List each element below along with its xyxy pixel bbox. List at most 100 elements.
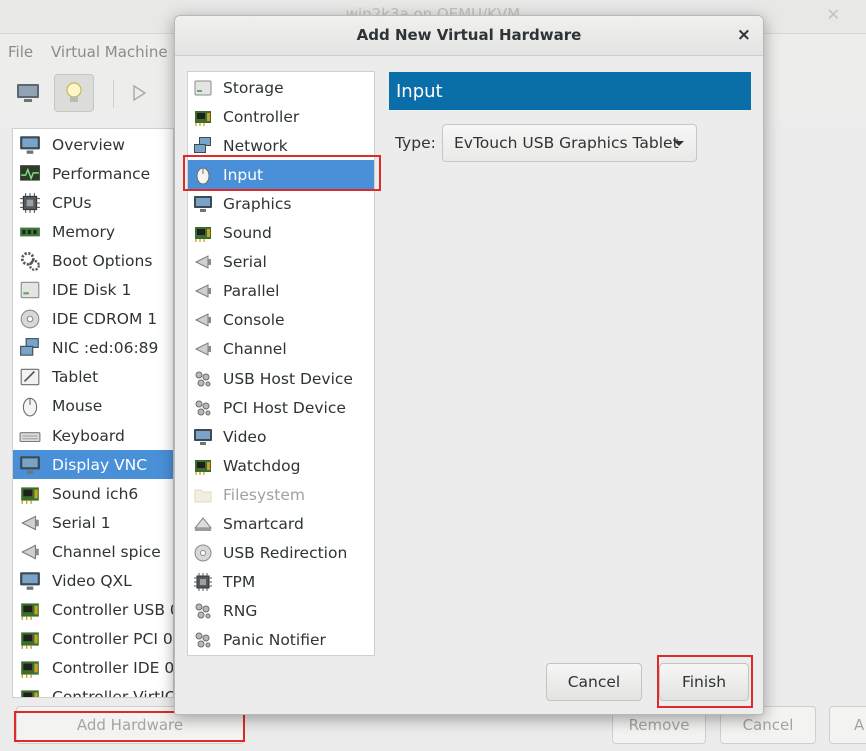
mouse-icon [193,165,213,185]
device-type-item-controller[interactable]: Controller [188,102,374,131]
hardware-list-item-label: Controller USB 0 [52,601,174,620]
hardware-list-item[interactable]: IDE CDROM 1 [13,305,173,334]
watchdog-icon [193,456,213,476]
run-button[interactable] [119,74,159,112]
device-type-item-serial[interactable]: Serial [188,248,374,277]
usb-redirect-icon [193,543,213,563]
hardware-list-item[interactable]: Controller IDE 0 [13,654,173,683]
device-type-item-watchdog[interactable]: Watchdog [188,451,374,480]
dialog-title: Add New Virtual Hardware [356,26,582,44]
device-type-label: Graphics [223,194,292,213]
device-type-label: Controller [223,107,300,126]
network-icon [18,337,42,359]
main-window-close-icon[interactable]: ✕ [827,5,840,24]
device-type-label: RNG [223,602,258,621]
controller-icon [18,657,42,679]
hardware-list-item-label: Performance [52,164,151,183]
device-type-item-panic-notifier[interactable]: Panic Notifier [188,626,374,655]
console-view-button[interactable] [8,74,48,112]
gears-icon [18,250,42,272]
hardware-list-item-label: Overview [52,135,125,154]
hardware-list-item[interactable]: IDE Disk 1 [13,276,173,305]
close-icon[interactable]: × [737,25,751,45]
hardware-list-item[interactable]: Mouse [13,392,173,421]
hardware-list-item[interactable]: Controller VirtIO [13,683,174,698]
hardware-list-item[interactable]: Boot Options [13,246,173,275]
hardware-list: Overview Performance CPUs Memory Boot Option… [12,128,174,698]
device-type-item-sound[interactable]: Sound [188,219,374,248]
dropdown-arrow-icon [674,141,684,146]
hardware-list-item[interactable]: Overview [13,130,173,159]
section-header: Input [389,72,751,110]
toolbar-separator [113,80,114,108]
hardware-list-item[interactable]: Video QXL [13,567,173,596]
device-type-item-usb-host-device[interactable]: USB Host Device [188,364,374,393]
device-type-item-input[interactable]: Input [188,160,374,190]
hardware-list-item-label: Boot Options [52,251,153,270]
device-type-label: Sound [223,224,272,242]
disk-icon [18,279,42,301]
device-type-label: Network [223,136,288,155]
pci-icon [193,398,213,418]
hardware-list-item[interactable]: Memory [13,217,173,246]
hardware-list-item[interactable]: CPUs [13,188,173,217]
hardware-list-item[interactable]: Controller PCI 0 [13,625,173,654]
hardware-list-item[interactable]: Performance [13,159,173,188]
device-type-item-rng[interactable]: RNG [188,597,374,626]
device-type-label: Watchdog [223,456,301,475]
device-type-item-usb-redirection[interactable]: USB Redirection [188,539,374,568]
tablet-icon [18,366,42,388]
device-type-item-parallel[interactable]: Parallel [188,277,374,306]
apply-button[interactable]: A [829,706,866,744]
hardware-list-item-label: Sound ich6 [52,484,139,503]
channel-icon [193,339,213,359]
device-type-item-tpm[interactable]: TPM [188,568,374,597]
device-type-label: PCI Host Device [223,398,346,417]
finish-button[interactable]: Finish [659,663,749,701]
lightbulb-icon [66,82,82,102]
add-hardware-dialog: Add New Virtual Hardware × Storage Contro… [174,15,764,715]
cancel-button[interactable]: Cancel [546,663,642,701]
hardware-list-item[interactable]: Controller USB 0 [13,596,174,625]
hardware-list-item[interactable]: Channel spice [13,537,173,566]
device-type-label: Serial [223,253,267,272]
monitor-icon [17,84,39,102]
hardware-list-item[interactable]: NIC :ed:06:89 [13,334,173,363]
panic-icon [193,630,213,650]
hardware-list-item[interactable]: Serial 1 [13,508,173,537]
device-type-label: Panic Notifier [223,631,326,650]
hardware-list-item-label: Tablet [52,368,99,387]
hardware-list-item-label: CPUs [52,193,92,212]
hardware-list-item-label: IDE CDROM 1 [52,310,158,329]
hardware-list-item-label: Channel spice [52,542,161,561]
hardware-list-item-label: Controller PCI 0 [52,630,173,649]
hardware-list-item-label: Controller VirtIO [52,688,174,698]
device-type-item-console[interactable]: Console [188,306,374,335]
hardware-list-item[interactable]: Sound ich6 [13,479,173,508]
menu-file[interactable]: File [8,43,33,61]
dialog-titlebar: Add New Virtual Hardware × [175,16,763,56]
device-type-item-channel[interactable]: Channel [188,335,374,364]
play-icon [133,84,147,102]
hardware-list-item[interactable]: Tablet [13,363,173,392]
device-type-label: Storage [223,78,284,97]
details-view-button[interactable] [54,74,94,112]
serial-icon [18,512,42,534]
device-type-item-storage[interactable]: Storage [188,73,374,102]
device-type-item-graphics[interactable]: Graphics [188,189,374,218]
smartcard-icon [193,514,213,534]
hardware-list-item[interactable]: Display VNC [13,450,173,480]
hardware-list-item[interactable]: Keyboard [13,421,173,450]
device-type-list: Storage Controller Network Input Graphics Sou… [187,71,375,656]
menu-virtual-machine[interactable]: Virtual Machine [51,43,168,61]
device-type-item-smartcard[interactable]: Smartcard [188,510,374,539]
input-type-dropdown[interactable]: EvTouch USB Graphics Tablet [442,124,697,162]
device-type-item-pci-host-device[interactable]: PCI Host Device [188,393,374,422]
network-icon [193,136,213,156]
device-type-label: Filesystem [223,485,305,504]
controller-icon [18,686,42,697]
device-type-item-network[interactable]: Network [188,131,374,160]
device-type-label: Input [223,165,264,184]
monitor-icon [18,134,42,156]
device-type-item-video[interactable]: Video [188,422,374,451]
